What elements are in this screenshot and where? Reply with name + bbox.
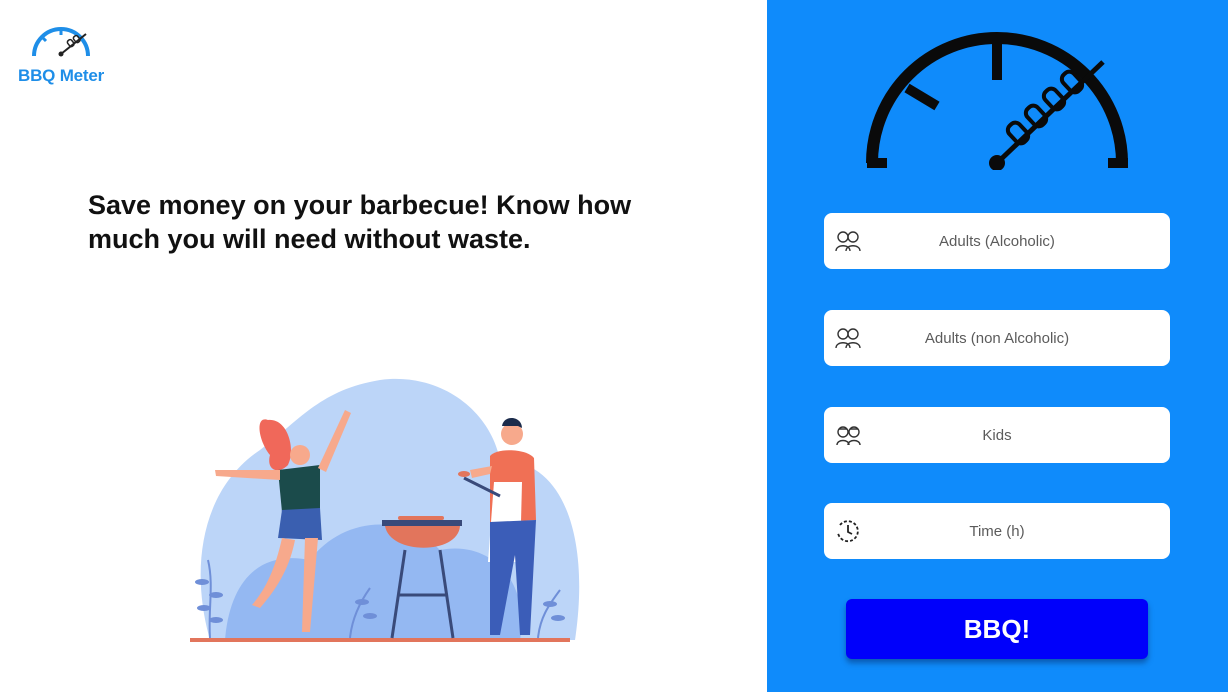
adults-alcoholic-field[interactable] [824, 213, 1170, 269]
bbq-gauge-icon [866, 32, 1128, 170]
calculator-panel: BBQ! [767, 0, 1228, 692]
adults-non-alcoholic-input[interactable] [867, 329, 1127, 347]
adults-icon [835, 328, 861, 349]
time-field[interactable] [824, 503, 1170, 559]
adults-icon [835, 231, 861, 252]
adults-non-alcoholic-field[interactable] [824, 310, 1170, 366]
app-logo[interactable]: BBQ Meter [18, 26, 108, 90]
clock-icon [837, 520, 859, 543]
bbq-submit-button[interactable]: BBQ! [846, 599, 1148, 659]
kids-input[interactable] [867, 426, 1127, 444]
time-input[interactable] [867, 522, 1127, 540]
adults-alcoholic-input[interactable] [867, 232, 1127, 250]
kids-field[interactable] [824, 407, 1170, 463]
intro-panel: BBQ Meter Save money on your barbecue! K… [0, 0, 767, 692]
gauge-logo-icon [32, 27, 90, 57]
kids-icon [836, 426, 861, 446]
page-headline: Save money on your barbecue! Know how mu… [88, 190, 632, 254]
app-name: BBQ Meter [18, 66, 105, 85]
barbecue-illustration [190, 378, 580, 642]
